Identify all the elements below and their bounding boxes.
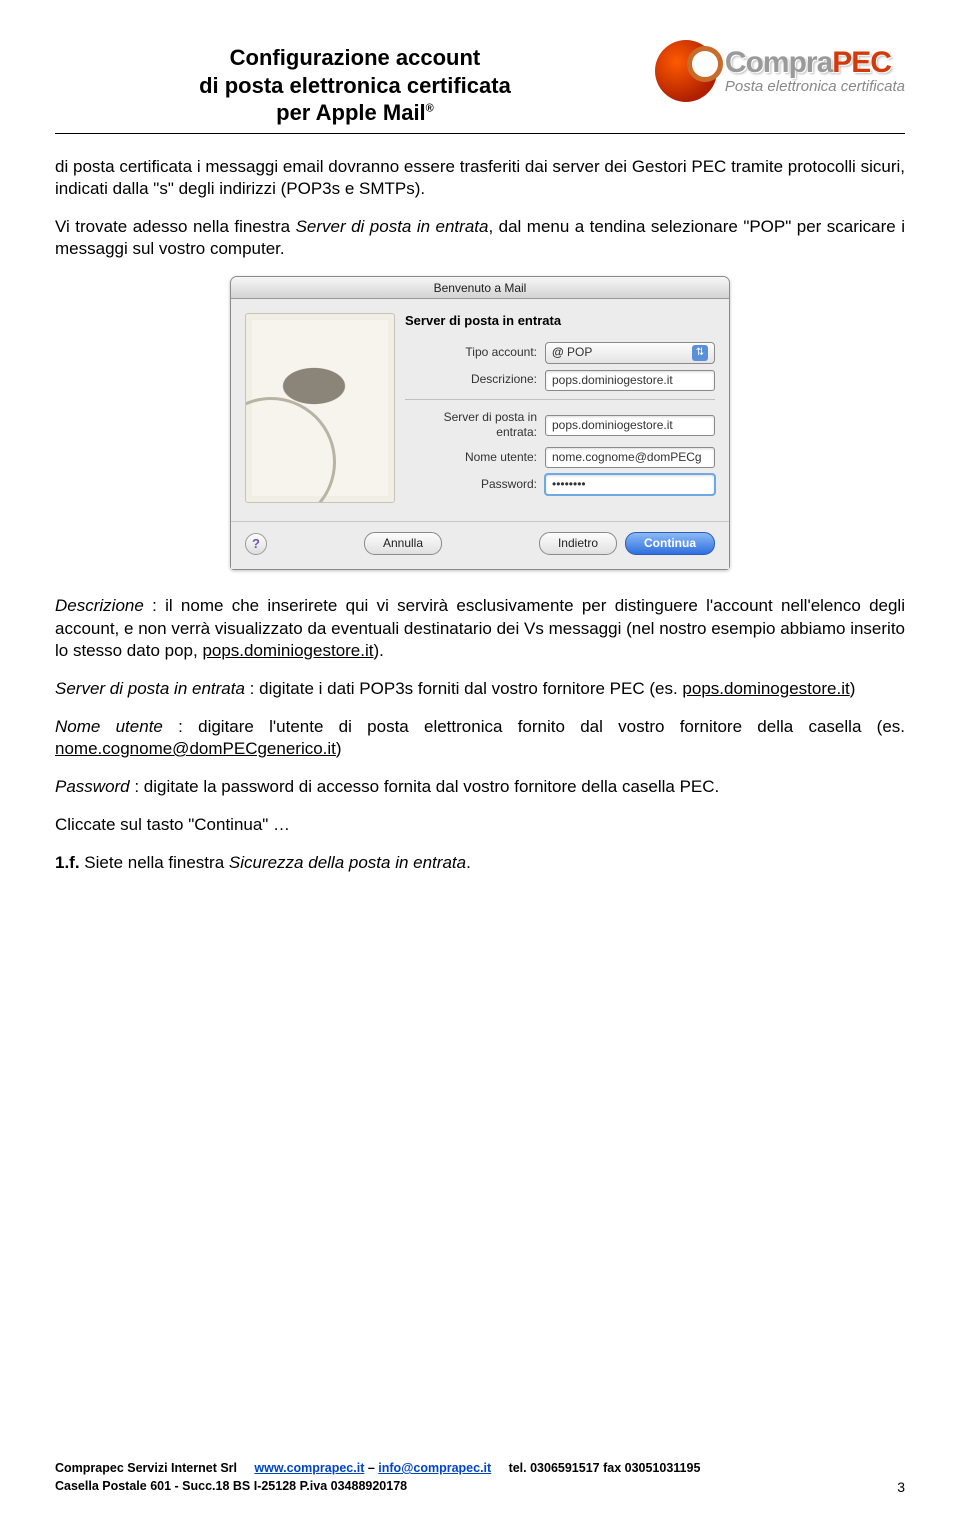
footer-sep: – xyxy=(364,1461,378,1475)
window-content: Server di posta in entrata Tipo account:… xyxy=(231,299,729,521)
row-server: Server di posta in entrata: xyxy=(405,410,715,441)
title-line2: di posta elettronica certificata xyxy=(199,73,511,98)
logo: CompraPEC Posta elettronica certificata xyxy=(655,40,905,102)
server-paragraph: Server di posta in entrata : digitate i … xyxy=(55,678,905,700)
chevron-updown-icon: ⇅ xyxy=(692,345,708,361)
mail-setup-window: Benvenuto a Mail Server di posta in entr… xyxy=(230,276,730,571)
page-header: Configurazione account di posta elettron… xyxy=(55,40,905,134)
label-pass: Password: xyxy=(405,477,545,493)
desc-text-b: ). xyxy=(373,641,383,660)
footer-web-link[interactable]: www.comprapec.it xyxy=(254,1461,364,1475)
stamp-graphic xyxy=(245,313,395,503)
p2a: Vi trovate adesso nella finestra xyxy=(55,217,296,236)
username-text-b: ) xyxy=(336,739,342,758)
username-input[interactable] xyxy=(545,447,715,468)
password-text: : digitate la password di accesso fornit… xyxy=(130,777,720,796)
paragraph-2: Vi trovate adesso nella finestra Server … xyxy=(55,216,905,260)
password-paragraph: Password : digitate la password di acces… xyxy=(55,776,905,798)
password-label: Password xyxy=(55,777,130,796)
footer-company: Comprapec Servizi Internet Srl xyxy=(55,1461,237,1475)
step-text: Siete nella finestra xyxy=(80,853,229,872)
logo-name2: PEC xyxy=(832,46,891,79)
server-text-b: ) xyxy=(850,679,856,698)
row-descr: Descrizione: xyxy=(405,370,715,391)
logo-subtitle: Posta elettronica certificata xyxy=(725,79,905,95)
p2b: Server di posta in entrata xyxy=(296,217,489,236)
window-footer: ? Annulla Indietro Continua xyxy=(231,521,729,570)
header-title: Configurazione account di posta elettron… xyxy=(55,40,655,127)
continue-button[interactable]: Continua xyxy=(625,532,715,556)
row-pass: Password: xyxy=(405,474,715,495)
logo-name1: Compra xyxy=(725,46,832,79)
username-under: nome.cognome@domPECgenerico.it xyxy=(55,739,336,758)
server-under: pops.dominogestore.it xyxy=(682,679,849,698)
label-descr: Descrizione: xyxy=(405,372,545,388)
footer-addr: Casella Postale 601 - Succ.18 BS I-25128… xyxy=(55,1479,407,1493)
footer-mail-link[interactable]: info@comprapec.it xyxy=(378,1461,491,1475)
step-number: 1.f. xyxy=(55,853,80,872)
divider xyxy=(405,399,715,400)
desc-under: pops.dominiogestore.it xyxy=(202,641,373,660)
page-number: 3 xyxy=(897,1479,905,1495)
incoming-server-input[interactable] xyxy=(545,415,715,436)
footer-left: Comprapec Servizi Internet Srl www.compr… xyxy=(55,1460,700,1495)
server-text: : digitate i dati POP3s forniti dal vost… xyxy=(245,679,682,698)
step-italic: Sicurezza della posta in entrata xyxy=(229,853,466,872)
username-paragraph: Nome utente : digitare l'utente di posta… xyxy=(55,716,905,760)
desc-label: Descrizione xyxy=(55,596,144,615)
back-button[interactable]: Indietro xyxy=(539,532,617,556)
step-paragraph: 1.f. Siete nella finestra Sicurezza dell… xyxy=(55,852,905,874)
footer-tel: tel. 0306591517 fax 03051031195 xyxy=(509,1461,701,1475)
server-label: Server di posta in entrata xyxy=(55,679,245,698)
continue-paragraph: Cliccate sul tasto "Continua" … xyxy=(55,814,905,836)
account-type-value: POP xyxy=(567,345,592,359)
title-line3: per Apple Mail xyxy=(276,100,426,125)
form-heading: Server di posta in entrata xyxy=(405,313,715,330)
label-tipo: Tipo account: xyxy=(405,345,545,361)
password-input[interactable] xyxy=(545,474,715,495)
username-label: Nome utente xyxy=(55,717,163,736)
step-end: . xyxy=(466,853,471,872)
logo-text: CompraPEC Posta elettronica certificata xyxy=(725,47,905,94)
paragraph-1: di posta certificata i messaggi email do… xyxy=(55,156,905,200)
logo-icon xyxy=(655,40,717,102)
account-type-select[interactable]: @ POP ⇅ xyxy=(545,342,715,364)
title-line1: Configurazione account xyxy=(230,45,481,70)
desc-text: : il nome che inserirete qui vi servirà … xyxy=(55,596,905,659)
description-input[interactable] xyxy=(545,370,715,391)
row-user: Nome utente: xyxy=(405,447,715,468)
form-area: Server di posta in entrata Tipo account:… xyxy=(405,313,715,503)
desc-paragraph: Descrizione : il nome che inserirete qui… xyxy=(55,595,905,661)
label-user: Nome utente: xyxy=(405,450,545,466)
page-footer: Comprapec Servizi Internet Srl www.compr… xyxy=(55,1460,905,1495)
window-titlebar: Benvenuto a Mail xyxy=(231,277,729,299)
help-button[interactable]: ? xyxy=(245,533,267,555)
registered-mark: ® xyxy=(426,103,434,115)
document-body: di posta certificata i messaggi email do… xyxy=(55,156,905,875)
label-server: Server di posta in entrata: xyxy=(405,410,545,441)
at-icon: @ xyxy=(552,345,564,359)
row-tipo: Tipo account: @ POP ⇅ xyxy=(405,342,715,364)
username-text: : digitare l'utente di posta elettronica… xyxy=(163,717,905,736)
cancel-button[interactable]: Annulla xyxy=(364,532,442,556)
